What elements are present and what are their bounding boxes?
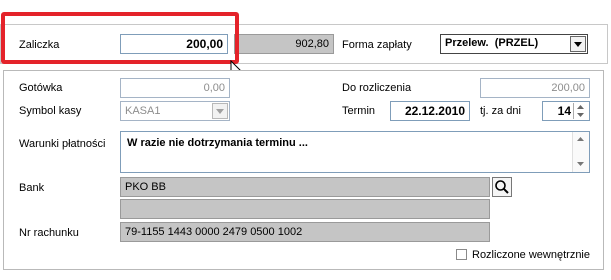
gotowka-label: Gotówka (19, 82, 63, 94)
rozliczone-checkbox[interactable] (456, 249, 467, 260)
spin-up-icon[interactable] (577, 105, 584, 109)
vertical-scrollbar[interactable] (572, 132, 589, 172)
nr-rachunku-label: Nr rachunku (19, 227, 79, 239)
warunki-label: Warunki płatności (19, 138, 106, 150)
scroll-up-icon[interactable] (577, 137, 584, 141)
forma-zaplaty-select[interactable]: Przelew. (PRZEL) (440, 34, 588, 54)
search-icon[interactable] (492, 177, 512, 197)
symbol-kasy-value: KASA1 (125, 105, 161, 117)
warunki-textarea[interactable]: W razie nie dotrzymania terminu ... (120, 131, 590, 173)
termin-label: Termin (342, 105, 376, 117)
total-amount-field: 902,80 (234, 34, 334, 54)
bank-field: PKO BB (120, 177, 490, 197)
chevron-down-icon[interactable] (570, 36, 586, 52)
symbol-kasy-select[interactable]: KASA1 (120, 101, 230, 121)
bank-label: Bank (19, 182, 45, 194)
rozliczone-label: Rozliczone wewnętrznie (472, 249, 590, 261)
forma-zaplaty-label: Forma zapłaty (342, 39, 412, 51)
forma-zaplaty-value: Przelew. (PRZEL) (445, 37, 539, 49)
dni-spinner[interactable] (573, 103, 588, 119)
nr-rachunku-field: 79-1155 1443 0000 2479 0500 1002 (120, 222, 490, 242)
scroll-down-icon[interactable] (577, 162, 584, 166)
do-rozliczenia-field: 200,00 (480, 78, 590, 98)
dni-input[interactable]: 14 (542, 101, 590, 121)
termin-input[interactable]: 22.12.2010 (390, 101, 470, 121)
warunki-text: W razie nie dotrzymania terminu ... (127, 137, 308, 149)
dni-value: 14 (557, 104, 571, 118)
do-rozliczenia-label: Do rozliczenia (342, 82, 412, 94)
tj-za-dni-label: tj. za dni (480, 105, 521, 117)
spin-down-icon[interactable] (577, 113, 584, 117)
chevron-down-icon[interactable] (212, 103, 228, 119)
bank-extra-field (120, 199, 490, 219)
symbol-kasy-label: Symbol kasy (19, 105, 82, 117)
gotowka-input[interactable]: 0,00 (120, 78, 230, 98)
highlight-box (1, 12, 239, 64)
